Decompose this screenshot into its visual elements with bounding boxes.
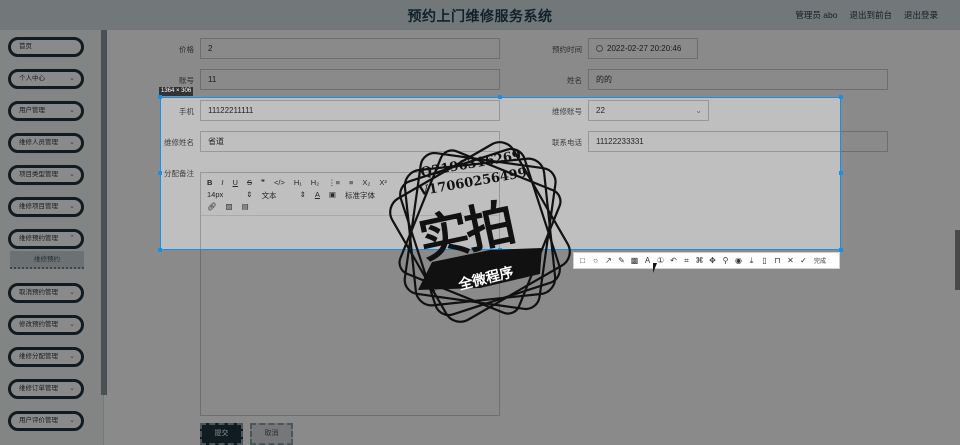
sidebar-item-label: 用户评价管理 — [19, 417, 58, 424]
resize-handle[interactable] — [839, 95, 843, 99]
chevron-up-icon: ⌃ — [69, 235, 75, 242]
page-scrollbar[interactable] — [955, 230, 960, 290]
sidebar-item-profile[interactable]: 个人中心 ⌄ — [8, 69, 84, 89]
sidebar-item-home[interactable]: 首页 — [8, 37, 84, 57]
chevron-down-icon: ⌄ — [69, 289, 75, 296]
sidebar-item-assignments[interactable]: 维修分配管理 ⌄ — [8, 347, 84, 367]
sidebar-item-orders[interactable]: 维修订单管理 ⌄ — [8, 379, 84, 399]
sidebar-item-repair-projects[interactable]: 维修项目管理 ⌄ — [8, 197, 84, 217]
resize-handle[interactable] — [158, 248, 162, 252]
sidebar-item-label: 维修项目管理 — [19, 203, 58, 210]
capture-size-label: 1364 × 306 — [159, 87, 194, 96]
phone-icon[interactable]: ▯ — [760, 253, 769, 268]
resize-handle[interactable] — [839, 171, 843, 175]
ellipse-icon[interactable]: ○ — [591, 253, 600, 268]
sidebar-scrollbar[interactable] — [101, 30, 107, 395]
sidebar-item-users[interactable]: 用户管理 ⌄ — [8, 101, 84, 121]
booking-time-field[interactable]: 2022-02-27 20:20:46 — [588, 38, 698, 59]
sidebar-item-label: 维修订单管理 — [19, 385, 58, 392]
chevron-down-icon: ⌄ — [69, 321, 75, 328]
sidebar-item-label: 维修分配管理 — [19, 353, 58, 360]
color-picker-icon[interactable]: ✥ — [708, 253, 717, 268]
chevron-down-icon: ⌄ — [69, 417, 75, 424]
sidebar-subitem-bookings[interactable]: 维修预约 — [10, 251, 84, 269]
booking-time-label: 预约时间 — [552, 45, 582, 54]
sidebar-item-repairmen[interactable]: 维修人员管理 ⌄ — [8, 133, 84, 153]
frontend-link[interactable]: 退出到前台 — [849, 9, 892, 21]
sidebar-item-label: 个人中心 — [19, 75, 45, 82]
account-label: 账号 — [179, 76, 194, 85]
submit-button[interactable]: 提交 — [200, 423, 243, 445]
sidebar-item-label: 项目类型管理 — [19, 171, 58, 178]
pen-icon[interactable]: ✎ — [617, 253, 626, 268]
check-icon[interactable]: ✓ — [799, 253, 808, 268]
clock-icon — [596, 45, 603, 52]
sidebar-item-project-types[interactable]: 项目类型管理 ⌄ — [8, 165, 84, 185]
chevron-down-icon: ⌄ — [69, 75, 75, 82]
arrow-icon[interactable]: ↗ — [604, 253, 613, 268]
logout-link[interactable]: 退出登录 — [904, 9, 938, 21]
chevron-down-icon: ⌄ — [69, 353, 75, 360]
chevron-down-icon: ⌄ — [69, 171, 75, 178]
capture-toolbar: □ ○ ↗ ✎ ▩ A ① ↶ ⌗ ⌘ ✥ ⚲ ◉ ⤓ ▯ ⊓ ✕ ✓ 完成 — [573, 252, 840, 269]
price-label: 价格 — [179, 45, 194, 54]
sidebar-item-repair-bookings[interactable]: 维修预约管理 ⌃ — [8, 229, 84, 249]
price-field[interactable]: 2 — [200, 38, 500, 59]
resize-handle[interactable] — [158, 95, 162, 99]
pin-icon[interactable]: ⚲ — [721, 253, 730, 268]
sidebar-item-label: 维修人员管理 — [19, 139, 58, 146]
account-field[interactable]: 11 — [200, 69, 500, 90]
undo-icon[interactable]: ↶ — [669, 253, 678, 268]
name-label: 姓名 — [567, 76, 582, 85]
top-header: 预约上门维修服务系统 管理员 abo 退出到前台 退出登录 — [0, 0, 960, 30]
chevron-down-icon: ⌄ — [69, 385, 75, 392]
chevron-down-icon: ⌄ — [69, 139, 75, 146]
done-button[interactable]: 完成 — [814, 256, 826, 265]
record-icon[interactable]: ◉ — [734, 253, 743, 268]
admin-label: 管理员 abo — [795, 10, 838, 20]
save-icon[interactable]: ⤓ — [747, 253, 756, 268]
sidebar-item-label: 首页 — [19, 43, 32, 50]
sidebar-item-label: 用户管理 — [19, 107, 45, 114]
ocr-icon[interactable]: ⌗ — [682, 253, 691, 268]
chevron-down-icon: ⌄ — [69, 107, 75, 114]
sidebar-item-label: 修改预约管理 — [19, 321, 58, 328]
sidebar-item-reviews[interactable]: 用户评价管理 ⌄ — [8, 411, 84, 431]
header-links: 管理员 abo 退出到前台 退出登录 — [795, 9, 938, 21]
chevron-down-icon: ⌄ — [69, 203, 75, 210]
mosaic-icon[interactable]: ▩ — [630, 253, 639, 268]
text-icon[interactable]: A — [643, 253, 652, 268]
sidebar-item-label: 取消预约管理 — [19, 289, 58, 296]
mouse-cursor — [653, 263, 657, 273]
translate-icon[interactable]: ⌘ — [695, 253, 704, 268]
resize-handle[interactable] — [158, 171, 162, 175]
number-icon[interactable]: ① — [656, 253, 665, 268]
sidebar-item-label: 维修预约管理 — [19, 235, 58, 242]
sidebar-item-cancel-bookings[interactable]: 取消预约管理 ⌄ — [8, 283, 84, 303]
bookmark-icon[interactable]: ⊓ — [773, 253, 782, 268]
cancel-button[interactable]: 取消 — [250, 423, 293, 445]
booking-time-value: 2022-02-27 20:20:46 — [607, 44, 682, 53]
name-field[interactable]: 的的 — [588, 69, 888, 90]
resize-handle[interactable] — [498, 95, 502, 99]
close-icon[interactable]: ✕ — [786, 253, 795, 268]
sidebar: 首页 个人中心 ⌄ 用户管理 ⌄ 维修人员管理 ⌄ 项目类型管理 ⌄ 维修项目管理 ⌄ 维… — [0, 30, 104, 445]
sidebar-item-modify-bookings[interactable]: 修改预约管理 ⌄ — [8, 315, 84, 335]
